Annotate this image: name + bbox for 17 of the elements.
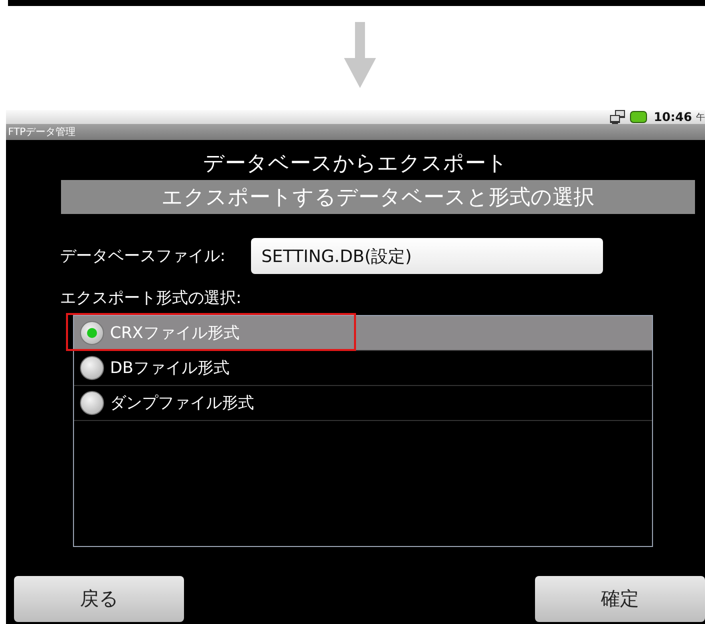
format-label: エクスポート形式の選択: — [60, 288, 242, 309]
confirm-button[interactable]: 確定 — [535, 576, 705, 622]
clock-meridiem: 午 — [696, 112, 705, 124]
battery-icon — [630, 111, 648, 123]
back-button[interactable]: 戻る — [14, 576, 184, 622]
screen-heading: データベースからエクスポート — [202, 150, 509, 177]
network-icon — [610, 110, 626, 124]
radio-button[interactable] — [80, 391, 104, 415]
field-label: データベースファイル: — [60, 246, 226, 266]
database-file-field[interactable]: SETTING.DB(設定) — [251, 238, 604, 274]
radio-button[interactable] — [80, 321, 104, 345]
clock-time: 10:46 — [654, 110, 692, 124]
format-option[interactable]: ダンプファイル形式 — [74, 386, 652, 421]
radio-button[interactable] — [80, 356, 104, 380]
format-option[interactable]: DBファイル形式 — [74, 351, 652, 386]
section-title: エクスポートするデータベースと形式の選択 — [162, 184, 594, 211]
app-title: FTPデータ管理 — [8, 126, 76, 139]
